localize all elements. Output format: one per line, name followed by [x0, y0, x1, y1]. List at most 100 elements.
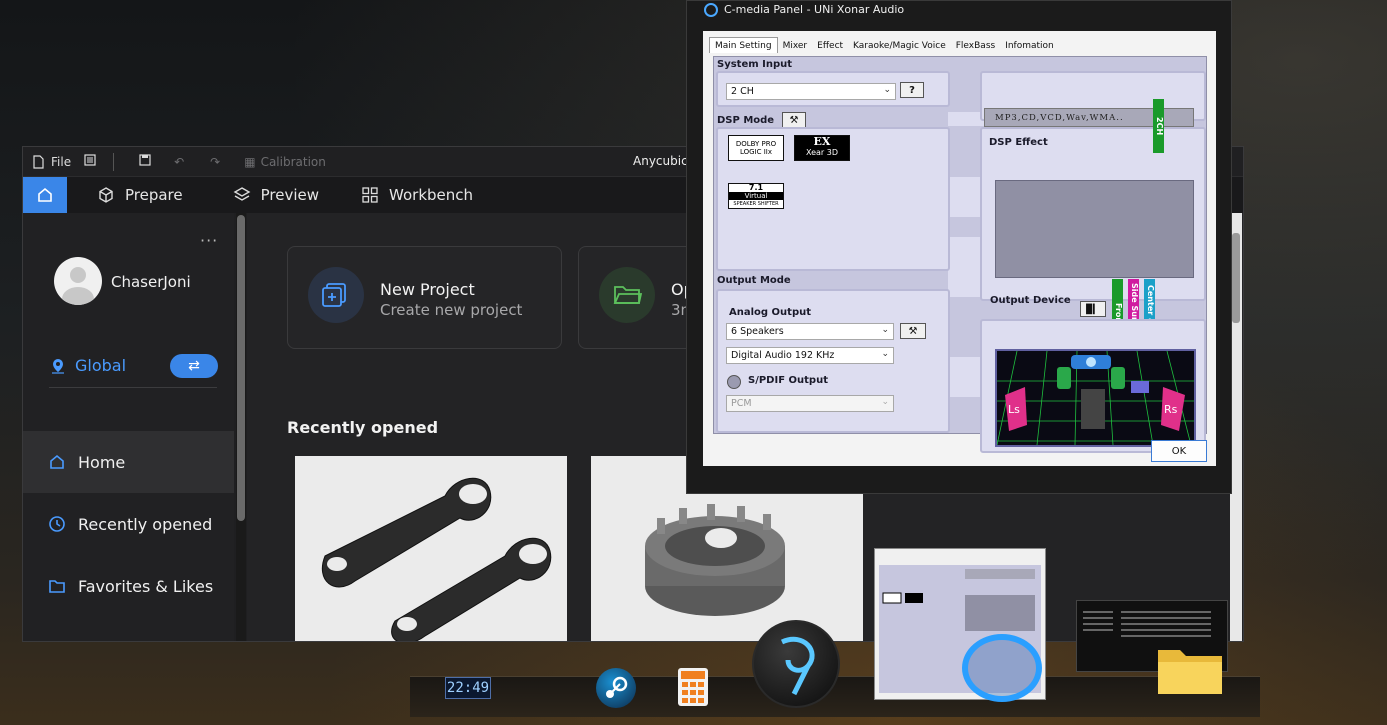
tab-preview[interactable]: Preview	[233, 186, 319, 204]
redo-icon[interactable]: ↷	[210, 155, 220, 169]
avatar[interactable]	[54, 257, 102, 305]
calibration-icon: ▦	[244, 154, 256, 169]
connector	[948, 177, 984, 217]
tab-flexbass[interactable]: FlexBass	[951, 39, 1000, 53]
cmedia-title: C-media Panel - UNi Xonar Audio	[724, 3, 905, 16]
tab-karaoke[interactable]: Karaoke/Magic Voice	[848, 39, 951, 53]
virtual-speaker-shifter-button[interactable]: 7.1 Virtual SPEAKER SHIFTER	[728, 183, 784, 209]
digital-audio-select[interactable]: Digital Audio 192 KHz ⌄	[726, 347, 894, 364]
spdif-label: S/PDIF Output	[748, 375, 828, 386]
open-folder-icon	[599, 267, 655, 323]
dolby-prologic-button[interactable]: DOLBY PRO LOGIC IIx	[728, 135, 784, 161]
clock-icon	[49, 516, 65, 532]
sidebar-scrollbar[interactable]	[236, 213, 246, 641]
sidebar-item-label: Recently opened	[78, 514, 213, 534]
spdif-toggle[interactable]	[727, 375, 741, 389]
cmedia-app-icon	[704, 3, 718, 17]
output-mode-label: Output Mode	[717, 275, 791, 286]
bar-2ch: 2CH	[1153, 99, 1164, 153]
username[interactable]: ChaserJoni	[111, 273, 191, 291]
sidebar: ··· ChaserJoni Global ⇄ Home Recently op…	[23, 213, 234, 641]
more-options-button[interactable]: ···	[200, 231, 218, 250]
new-project-subtitle: Create new project	[380, 301, 523, 319]
speaker-configuration-display[interactable]: Ls Rs	[995, 349, 1196, 447]
ex-badge-bottom: Xear 3D	[805, 148, 839, 157]
chevron-down-icon: ⌄	[881, 397, 889, 407]
undo-icon[interactable]: ↶	[174, 155, 184, 169]
region-selector[interactable]: Global	[51, 356, 126, 375]
connector	[948, 237, 984, 297]
ex-badge-top: EX	[813, 135, 831, 148]
dsp-effect-display	[995, 180, 1194, 278]
sidebar-item-home[interactable]: Home	[23, 431, 234, 493]
tab-main-setting[interactable]: Main Setting	[709, 37, 778, 53]
tab-prepare-label: Prepare	[125, 186, 183, 204]
home-tab[interactable]	[23, 177, 67, 213]
dsp-mode-settings-button[interactable]: ⚒	[782, 112, 806, 128]
analog-output-value: 6 Speakers	[731, 326, 784, 337]
calibration-button[interactable]: ▦ Calibration	[244, 155, 326, 169]
spdif-select[interactable]: PCM ⌄	[726, 395, 894, 412]
tab-workbench-label: Workbench	[389, 186, 474, 204]
location-icon	[52, 358, 64, 374]
cube-icon	[99, 187, 113, 203]
taskbar-dock: 22:49	[410, 548, 1260, 725]
home-icon	[38, 187, 52, 202]
tab-preview-label: Preview	[260, 186, 320, 204]
scrollbar-thumb[interactable]	[1232, 233, 1240, 323]
tab-effect[interactable]: Effect	[812, 39, 848, 53]
dsp-mode-label: DSP Mode	[717, 115, 775, 126]
ok-button[interactable]: OK	[1151, 440, 1207, 462]
tab-workbench[interactable]: Workbench	[361, 186, 473, 204]
new-project-card[interactable]: New Project Create new project	[287, 246, 562, 349]
scrollbar-thumb[interactable]	[237, 215, 245, 521]
cmedia-window: C-media Panel - UNi Xonar Audio Main Set…	[686, 0, 1232, 494]
list-icon[interactable]	[83, 153, 97, 170]
calculator-icon[interactable]	[678, 668, 708, 706]
avatar-head	[70, 267, 86, 283]
speaker-room-image: Ls Rs	[997, 351, 1194, 445]
speaker-test-button[interactable]: ▉▎	[1080, 301, 1106, 317]
chevron-down-icon: ⌄	[883, 85, 891, 95]
dolby-badge-label: DOLBY PRO LOGIC IIx	[735, 140, 777, 156]
tab-information[interactable]: Infomation	[1000, 39, 1059, 53]
recent-project-thumbnail[interactable]	[295, 456, 567, 641]
swap-icon: ⇄	[188, 358, 200, 374]
tab-prepare[interactable]: Prepare	[97, 186, 183, 204]
virtual-badge-top: 7.1	[748, 183, 764, 192]
xear3d-button[interactable]: EX Xear 3D	[794, 135, 850, 161]
cmedia-tabs: Main Setting Mixer Effect Karaoke/Magic …	[709, 37, 1059, 53]
grid-icon	[362, 187, 378, 203]
save-icon[interactable]	[138, 153, 152, 170]
clock-widget[interactable]: 22:49	[445, 677, 491, 699]
analog-output-select[interactable]: 6 Speakers ⌄	[726, 323, 894, 340]
main-setting-panel: System Input 2 CH ⌄ ? MP3,CD,VCD,Wav,WMA.…	[713, 56, 1207, 453]
file-explorer-icon[interactable]	[1156, 644, 1224, 696]
system-input-value: 2 CH	[731, 86, 754, 97]
help-button[interactable]: ?	[900, 82, 924, 98]
sidebar-item-label: Home	[78, 452, 126, 472]
file-menu[interactable]: File	[23, 155, 79, 169]
file-label: File	[51, 154, 72, 169]
steam-icon[interactable]	[596, 668, 636, 708]
analog-output-settings-button[interactable]: ⚒	[900, 323, 926, 339]
toolbar-divider	[113, 152, 115, 171]
sidebar-item-favorites[interactable]: Favorites & Likes	[23, 555, 234, 617]
sidebar-item-recently-opened[interactable]: Recently opened	[23, 493, 234, 555]
region-swap-button[interactable]: ⇄	[170, 354, 218, 378]
tab-mixer[interactable]: Mixer	[778, 39, 813, 53]
virtual-badge-mid: Virtual	[729, 192, 783, 200]
layers-icon	[233, 187, 251, 201]
recently-opened-heading: Recently opened	[287, 418, 439, 437]
clamp-model-image	[321, 477, 552, 641]
cmedia-client-area: Main Setting Mixer Effect Karaoke/Magic …	[703, 31, 1216, 466]
file-icon	[33, 154, 44, 169]
system-input-select[interactable]: 2 CH ⌄	[726, 83, 896, 100]
spdif-value: PCM	[731, 398, 752, 409]
new-project-title: New Project	[380, 280, 475, 299]
virtual-badge-bottom: SPEAKER SHIFTER	[733, 201, 779, 207]
chevron-down-icon: ⌄	[881, 349, 889, 359]
region-divider	[49, 387, 217, 388]
cmedia-tray-icon[interactable]	[962, 634, 1042, 702]
browser-app-icon[interactable]	[752, 620, 840, 708]
